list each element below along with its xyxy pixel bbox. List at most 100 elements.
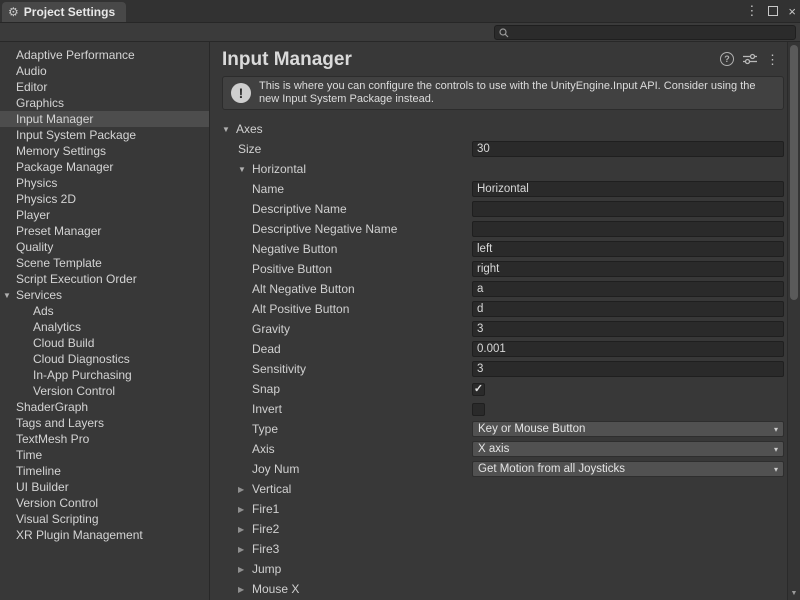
sidebar-item-graphics[interactable]: Graphics — [0, 95, 209, 111]
foldout-label[interactable]: Horizontal — [252, 162, 306, 176]
property-row-alt-negative-button: Alt Negative Button — [210, 279, 787, 299]
field-alt-positive-button[interactable] — [472, 301, 784, 317]
dropdown-joy-num[interactable]: Get Motion from all Joysticks▾ — [472, 461, 784, 477]
sidebar-item-adaptive-performance[interactable]: Adaptive Performance — [0, 47, 209, 63]
sidebar-item-label: XR Plugin Management — [0, 528, 143, 542]
checkbox-snap[interactable]: ✓ — [472, 383, 485, 396]
sidebar-item-version-control[interactable]: Version Control — [0, 495, 209, 511]
sidebar-item-input-system-package[interactable]: Input System Package — [0, 127, 209, 143]
field-dead[interactable] — [472, 341, 784, 357]
foldout-closed-icon[interactable]: ▶ — [238, 585, 252, 594]
sidebar-item-scene-template[interactable]: Scene Template — [0, 255, 209, 271]
property-label: Size — [238, 142, 261, 156]
property-row-fire1: ▶Fire1 — [210, 499, 787, 519]
sidebar-item-preset-manager[interactable]: Preset Manager — [0, 223, 209, 239]
search-field[interactable] — [494, 25, 796, 40]
sidebar-item-editor[interactable]: Editor — [0, 79, 209, 95]
page-title: Input Manager — [222, 49, 352, 71]
chevron-down-icon: ▾ — [774, 445, 778, 454]
foldout-label[interactable]: Axes — [236, 122, 263, 136]
help-box-text: This is where you can configure the cont… — [259, 80, 775, 106]
field-sensitivity[interactable] — [472, 361, 784, 377]
help-box: ! This is where you can configure the co… — [222, 76, 784, 110]
foldout-label[interactable]: Jump — [252, 562, 281, 576]
sidebar-item-cloud-build[interactable]: Cloud Build — [0, 335, 209, 351]
presets-icon[interactable] — [743, 53, 757, 65]
sidebar-item-textmesh-pro[interactable]: TextMesh Pro — [0, 431, 209, 447]
sidebar-item-timeline[interactable]: Timeline — [0, 463, 209, 479]
dropdown-axis[interactable]: X axis▾ — [472, 441, 784, 457]
field-size[interactable] — [472, 141, 784, 157]
field-positive-button[interactable] — [472, 261, 784, 277]
field-gravity[interactable] — [472, 321, 784, 337]
property-label: Positive Button — [252, 262, 332, 276]
sidebar-item-services[interactable]: ▼Services — [0, 287, 209, 303]
tab-project-settings[interactable]: ⚙ Project Settings — [2, 2, 126, 22]
foldout-label[interactable]: Fire3 — [252, 542, 279, 556]
field-alt-negative-button[interactable] — [472, 281, 784, 297]
window-menu-button[interactable]: ⋮ — [745, 3, 758, 19]
property-row-invert: Invert — [210, 399, 787, 419]
chevron-down-icon: ▾ — [774, 465, 778, 474]
window-close-button[interactable]: × — [788, 4, 796, 19]
search-input[interactable] — [509, 27, 795, 38]
foldout-closed-icon[interactable]: ▶ — [238, 505, 252, 514]
foldout-closed-icon[interactable]: ▶ — [238, 485, 252, 494]
property-row-fire2: ▶Fire2 — [210, 519, 787, 539]
sidebar-item-in-app-purchasing[interactable]: In-App Purchasing — [0, 367, 209, 383]
checkbox-invert[interactable] — [472, 403, 485, 416]
field-name[interactable] — [472, 181, 784, 197]
foldout-label[interactable]: Fire2 — [252, 522, 279, 536]
field-descriptive-name[interactable] — [472, 201, 784, 217]
property-label: Descriptive Name — [252, 202, 347, 216]
property-row-alt-positive-button: Alt Positive Button — [210, 299, 787, 319]
sidebar-item-label: Input Manager — [0, 112, 93, 126]
sidebar-item-label: Analytics — [0, 320, 81, 334]
property-label: Dead — [252, 342, 281, 356]
property-row-size: Size — [210, 139, 787, 159]
scrollbar-thumb[interactable] — [790, 45, 798, 300]
field-negative-button[interactable] — [472, 241, 784, 257]
sidebar-item-memory-settings[interactable]: Memory Settings — [0, 143, 209, 159]
window-maximize-button[interactable] — [768, 6, 778, 16]
foldout-label[interactable]: Mouse X — [252, 582, 299, 596]
help-icon[interactable]: ? — [720, 52, 734, 66]
sidebar-item-analytics[interactable]: Analytics — [0, 319, 209, 335]
sidebar-item-physics[interactable]: Physics — [0, 175, 209, 191]
sidebar-item-input-manager[interactable]: Input Manager — [0, 111, 209, 127]
sidebar-item-ads[interactable]: Ads — [0, 303, 209, 319]
foldout-label[interactable]: Vertical — [252, 482, 291, 496]
foldout-closed-icon[interactable]: ▶ — [238, 525, 252, 534]
foldout-open-icon[interactable]: ▼ — [238, 165, 252, 174]
sidebar-item-script-execution-order[interactable]: Script Execution Order — [0, 271, 209, 287]
sidebar-item-shadergraph[interactable]: ShaderGraph — [0, 399, 209, 415]
sidebar-item-physics-2d[interactable]: Physics 2D — [0, 191, 209, 207]
kebab-menu-icon[interactable]: ⋮ — [766, 53, 779, 66]
sidebar-item-label: Input System Package — [0, 128, 136, 142]
foldout-label[interactable]: Fire1 — [252, 502, 279, 516]
sidebar-item-time[interactable]: Time — [0, 447, 209, 463]
sidebar-item-player[interactable]: Player — [0, 207, 209, 223]
sidebar-item-tags-and-layers[interactable]: Tags and Layers — [0, 415, 209, 431]
sidebar-item-ui-builder[interactable]: UI Builder — [0, 479, 209, 495]
sidebar-item-visual-scripting[interactable]: Visual Scripting — [0, 511, 209, 527]
sidebar-item-package-manager[interactable]: Package Manager — [0, 159, 209, 175]
sidebar-item-cloud-diagnostics[interactable]: Cloud Diagnostics — [0, 351, 209, 367]
sidebar-item-audio[interactable]: Audio — [0, 63, 209, 79]
tab-title: Project Settings — [24, 5, 115, 19]
property-row-positive-button: Positive Button — [210, 259, 787, 279]
foldout-closed-icon[interactable]: ▶ — [238, 565, 252, 574]
sidebar-item-xr-plugin-management[interactable]: XR Plugin Management — [0, 527, 209, 543]
foldout-open-icon[interactable]: ▼ — [3, 291, 11, 300]
field-descriptive-negative-name[interactable] — [472, 221, 784, 237]
sidebar-item-version-control[interactable]: Version Control — [0, 383, 209, 399]
sidebar-item-label: Cloud Build — [0, 336, 94, 350]
project-settings-window: ⚙ Project Settings ⋮ × Adaptive Performa… — [0, 0, 800, 600]
foldout-open-icon[interactable]: ▼ — [222, 125, 236, 134]
sidebar-item-label: Timeline — [0, 464, 61, 478]
dropdown-type[interactable]: Key or Mouse Button▾ — [472, 421, 784, 437]
sidebar-item-quality[interactable]: Quality — [0, 239, 209, 255]
vertical-scrollbar[interactable]: ▼ — [787, 42, 800, 600]
foldout-closed-icon[interactable]: ▶ — [238, 545, 252, 554]
scroll-down-button[interactable]: ▼ — [788, 588, 800, 600]
